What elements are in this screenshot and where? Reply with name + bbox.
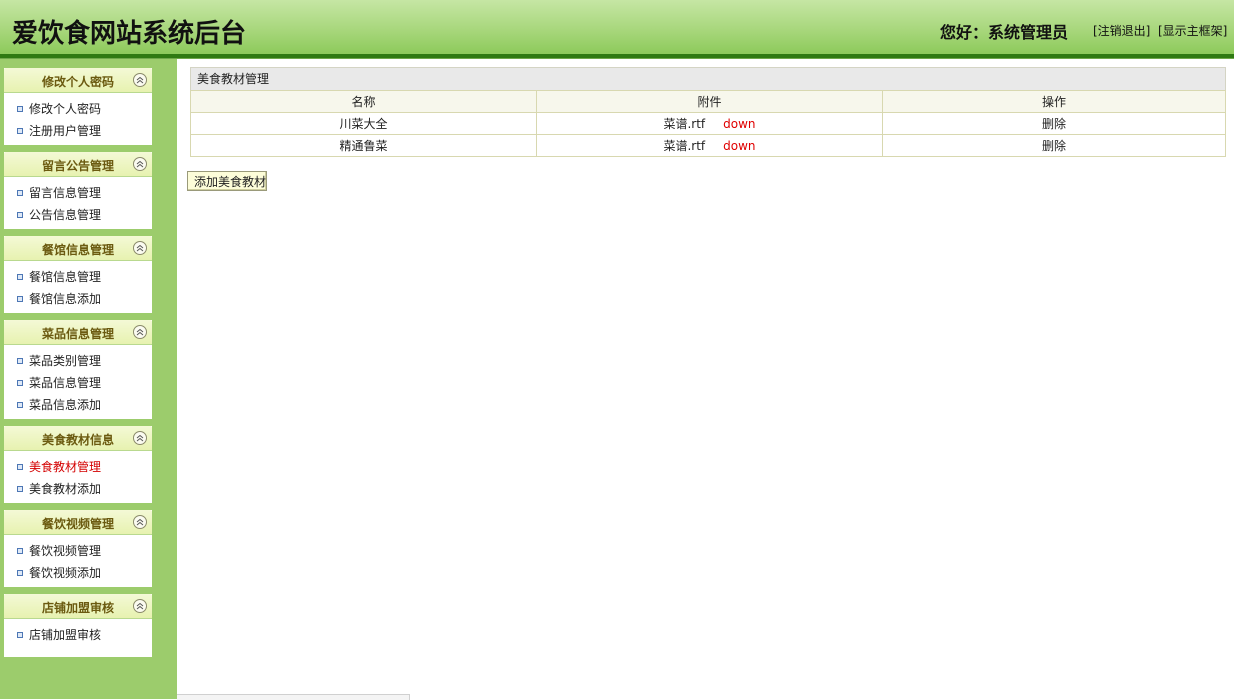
sidebar-item-restaurant-add[interactable]: 餐馆信息添加 [4, 290, 152, 312]
collapse-chevron-up-icon[interactable] [133, 325, 147, 339]
sidebar: 修改个人密码 修改个人密码 注册用户管理 留言公告管理 留言信息管理 公告信息管… [0, 59, 177, 699]
cell-actions: 删除 [882, 134, 1226, 157]
sidebar-item-dish-management[interactable]: 菜品信息管理 [4, 374, 152, 396]
header-divider [0, 54, 1234, 59]
bullet-icon [17, 402, 23, 408]
download-link[interactable]: down [723, 117, 755, 131]
cell-attachment: 菜谱.rtf down [536, 112, 883, 135]
collapse-chevron-up-icon[interactable] [133, 157, 147, 171]
bullet-icon [17, 128, 23, 134]
panel-title: 餐馆信息管理 [41, 243, 114, 257]
table-header-row: 名称 附件 操作 [190, 90, 1226, 113]
sidebar-item-message-management[interactable]: 留言信息管理 [4, 184, 152, 206]
sidebar-item-dish-add[interactable]: 菜品信息添加 [4, 396, 152, 418]
sidebar-item-tutorial-management[interactable]: 美食教材管理 [4, 458, 152, 480]
sidebar-item-video-add[interactable]: 餐饮视频添加 [4, 564, 152, 586]
panel-title: 美食教材信息 [41, 433, 114, 447]
cell-attachment: 菜谱.rtf down [536, 134, 883, 157]
cell-name: 精通鲁菜 [190, 134, 537, 157]
logout-link[interactable]: [注销退出] [1093, 22, 1150, 39]
collapse-chevron-up-icon[interactable] [133, 515, 147, 529]
bullet-icon [17, 380, 23, 386]
column-header-name: 名称 [190, 90, 537, 113]
attachment-filename: 菜谱.rtf [663, 139, 706, 153]
collapse-chevron-up-icon[interactable] [133, 599, 147, 613]
collapse-chevron-up-icon[interactable] [133, 431, 147, 445]
sidebar-item-restaurant-management[interactable]: 餐馆信息管理 [4, 268, 152, 290]
cell-name: 川菜大全 [190, 112, 537, 135]
greeting-text: 您好：系统管理员 [940, 23, 1069, 42]
bullet-icon [17, 570, 23, 576]
bullet-icon [17, 358, 23, 364]
header: 爱饮食网站系统后台 您好：系统管理员 [注销退出] [显示主框架] [0, 0, 1234, 54]
horizontal-scrollbar[interactable] [177, 694, 410, 700]
sidebar-item-user-management[interactable]: 注册用户管理 [4, 122, 152, 144]
panel-header[interactable]: 留言公告管理 [4, 152, 152, 177]
collapse-chevron-up-icon[interactable] [133, 241, 147, 255]
delete-link[interactable]: 删除 [1042, 117, 1066, 131]
panel-header[interactable]: 餐馆信息管理 [4, 236, 152, 261]
add-tutorial-button[interactable]: 添加美食教材 [187, 171, 267, 191]
bullet-icon [17, 212, 23, 218]
download-link[interactable]: down [723, 139, 755, 153]
cell-actions: 删除 [882, 112, 1226, 135]
table-row: 精通鲁菜 菜谱.rtf down 删除 [190, 134, 1226, 157]
sidebar-panel-restaurants: 餐馆信息管理 餐馆信息管理 餐馆信息添加 [4, 236, 152, 313]
content-panel-title: 美食教材管理 [190, 67, 1226, 90]
site-title: 爱饮食网站系统后台 [12, 19, 247, 49]
collapse-chevron-up-icon[interactable] [133, 73, 147, 87]
panel-header[interactable]: 菜品信息管理 [4, 320, 152, 345]
panel-header[interactable]: 店铺加盟审核 [4, 594, 152, 619]
column-header-actions: 操作 [882, 90, 1226, 113]
table-row: 川菜大全 菜谱.rtf down 删除 [190, 112, 1226, 135]
column-header-attachment: 附件 [536, 90, 883, 113]
bullet-icon [17, 464, 23, 470]
tutorial-table: 名称 附件 操作 川菜大全 菜谱.rtf down 删除 精通鲁菜 菜谱.rtf d… [190, 90, 1226, 157]
panel-title: 餐饮视频管理 [41, 517, 114, 531]
bullet-icon [17, 486, 23, 492]
sidebar-item-franchise-review[interactable]: 店铺加盟审核 [4, 626, 152, 648]
panel-header[interactable]: 修改个人密码 [4, 68, 152, 93]
show-main-frame-link[interactable]: [显示主框架] [1158, 22, 1227, 39]
panel-header[interactable]: 餐饮视频管理 [4, 510, 152, 535]
sidebar-item-tutorial-add[interactable]: 美食教材添加 [4, 480, 152, 502]
panel-title: 留言公告管理 [41, 159, 114, 173]
bullet-icon [17, 274, 23, 280]
attachment-filename: 菜谱.rtf [663, 117, 706, 131]
panel-title: 菜品信息管理 [41, 327, 114, 341]
panel-title: 店铺加盟审核 [41, 601, 114, 615]
delete-link[interactable]: 删除 [1042, 139, 1066, 153]
sidebar-item-video-management[interactable]: 餐饮视频管理 [4, 542, 152, 564]
bullet-icon [17, 296, 23, 302]
sidebar-panel-messages: 留言公告管理 留言信息管理 公告信息管理 [4, 152, 152, 229]
bullet-icon [17, 106, 23, 112]
bullet-icon [17, 632, 23, 638]
panel-header[interactable]: 美食教材信息 [4, 426, 152, 451]
sidebar-panel-dishes: 菜品信息管理 菜品类别管理 菜品信息管理 菜品信息添加 [4, 320, 152, 419]
sidebar-panel-password: 修改个人密码 修改个人密码 注册用户管理 [4, 68, 152, 145]
main-content: 美食教材管理 名称 附件 操作 川菜大全 菜谱.rtf down 删除 精通鲁菜 … [190, 67, 1226, 157]
sidebar-panel-videos: 餐饮视频管理 餐饮视频管理 餐饮视频添加 [4, 510, 152, 587]
panel-title: 修改个人密码 [41, 75, 114, 89]
sidebar-item-change-password[interactable]: 修改个人密码 [4, 100, 152, 122]
sidebar-panel-franchise: 店铺加盟审核 店铺加盟审核 [4, 594, 152, 657]
sidebar-panel-tutorials: 美食教材信息 美食教材管理 美食教材添加 [4, 426, 152, 503]
bullet-icon [17, 190, 23, 196]
bullet-icon [17, 548, 23, 554]
sidebar-item-dish-category-management[interactable]: 菜品类别管理 [4, 352, 152, 374]
sidebar-item-notice-management[interactable]: 公告信息管理 [4, 206, 152, 228]
